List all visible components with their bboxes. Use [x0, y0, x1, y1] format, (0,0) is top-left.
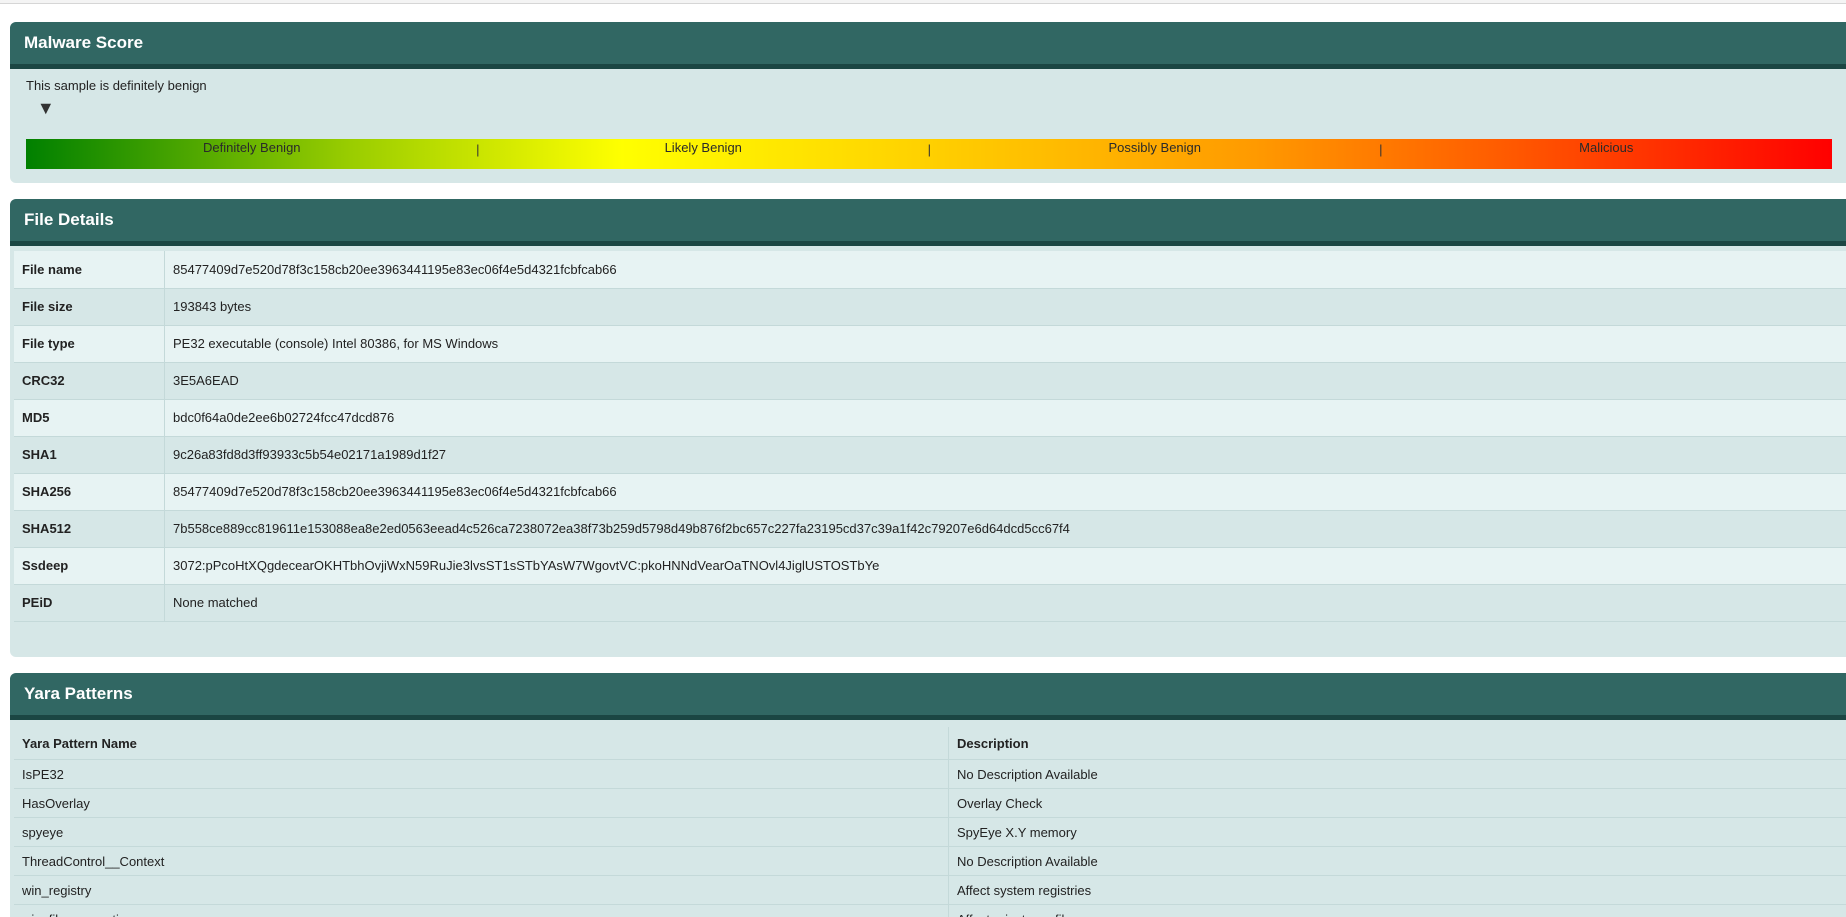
- yara-pattern-name: ThreadControl__Context: [14, 846, 949, 876]
- details-key: SHA512: [14, 510, 165, 548]
- yara-pattern-description: No Description Available: [948, 759, 1846, 789]
- details-row: SHA256 85477409d7e520d78f3c158cb20ee39634…: [14, 473, 1846, 511]
- details-value: 85477409d7e520d78f3c158cb20ee3963441195e…: [164, 473, 1846, 511]
- yara-patterns-header: Yara Patterns: [10, 673, 1846, 720]
- verdict-text: This sample is definitely benign: [26, 78, 207, 93]
- details-row: CRC32 3E5A6EAD: [14, 362, 1846, 400]
- details-key: PEiD: [14, 584, 165, 622]
- details-value: 3E5A6EAD: [164, 362, 1846, 400]
- yara-pattern-name: win_registry: [14, 875, 949, 905]
- yara-pattern-description: SpyEye X.Y memory: [948, 817, 1846, 847]
- yara-description-column-header: Description: [948, 727, 1846, 760]
- details-value: 85477409d7e520d78f3c158cb20ee3963441195e…: [164, 251, 1846, 289]
- yara-patterns-panel: Yara Patterns Yara Pattern Name Descript…: [10, 673, 1846, 917]
- details-key: File name: [14, 251, 165, 289]
- details-row: File type PE32 executable (console) Intel…: [14, 325, 1846, 363]
- score-segment-label: Likely Benign: [664, 140, 742, 155]
- score-segment: Possibly Benign |: [929, 139, 1383, 169]
- file-details-panel: File Details File name 85477409d7e520d78f…: [10, 199, 1846, 657]
- yara-pattern-description: Affect private profile: [948, 904, 1846, 917]
- yara-row: HasOverlay Overlay Check: [14, 788, 1846, 818]
- file-details-table: File name 85477409d7e520d78f3c158cb20ee39…: [14, 251, 1846, 622]
- yara-row: win_registry Affect system registries: [14, 875, 1846, 905]
- details-key: CRC32: [14, 362, 165, 400]
- details-row: MD5 bdc0f64a0de2ee6b02724fcc47dcd876: [14, 399, 1846, 437]
- yara-patterns-table: Yara Pattern Name Description IsPE32 No D…: [14, 727, 1846, 917]
- details-row: SHA1 9c26a83fd8d3ff93933c5b54e02171a1989d…: [14, 436, 1846, 474]
- details-value: None matched: [164, 584, 1846, 622]
- score-segment: Definitely Benign |: [26, 139, 480, 169]
- yara-pattern-description: Affect system registries: [948, 875, 1846, 905]
- details-key: File size: [14, 288, 165, 326]
- details-key: File type: [14, 325, 165, 363]
- score-segment-label: Possibly Benign: [1108, 140, 1202, 155]
- details-row: SHA512 7b558ce889cc819611e153088ea8e2ed05…: [14, 510, 1846, 548]
- details-value: 193843 bytes: [164, 288, 1846, 326]
- details-row: File size 193843 bytes: [14, 288, 1846, 326]
- yara-pattern-name: spyeye: [14, 817, 949, 847]
- malware-score-header: Malware Score: [10, 22, 1846, 69]
- yara-name-column-header: Yara Pattern Name: [14, 727, 949, 760]
- details-key: SHA256: [14, 473, 165, 511]
- file-details-title: File Details: [24, 210, 114, 229]
- yara-patterns-title: Yara Patterns: [24, 684, 133, 703]
- yara-pattern-name: win_files_operation: [14, 904, 949, 917]
- malware-score-panel: Malware Score This sample is definitely …: [10, 22, 1846, 183]
- yara-row: spyeye SpyEye X.Y memory: [14, 817, 1846, 847]
- details-value: bdc0f64a0de2ee6b02724fcc47dcd876: [164, 399, 1846, 437]
- score-segment-label: Definitely Benign: [202, 140, 301, 155]
- yara-header-row: Yara Pattern Name Description: [14, 727, 1846, 760]
- details-value: 7b558ce889cc819611e153088ea8e2ed0563eead…: [164, 510, 1846, 548]
- top-divider: [0, 0, 1846, 4]
- score-segment-label: Malicious: [1579, 140, 1634, 155]
- yara-pattern-description: Overlay Check: [948, 788, 1846, 818]
- details-key: MD5: [14, 399, 165, 437]
- details-row: Ssdeep 3072:pPcoHtXQgdecearOKHTbhOvjiWxN5…: [14, 547, 1846, 585]
- yara-pattern-description: No Description Available: [948, 846, 1846, 876]
- yara-pattern-name: HasOverlay: [14, 788, 949, 818]
- yara-row: ThreadControl__Context No Description Ava…: [14, 846, 1846, 876]
- details-value: PE32 executable (console) Intel 80386, f…: [164, 325, 1846, 363]
- details-value: 9c26a83fd8d3ff93933c5b54e02171a1989d1f27: [164, 436, 1846, 474]
- file-details-header: File Details: [10, 199, 1846, 246]
- details-key: SHA1: [14, 436, 165, 474]
- yara-row: IsPE32 No Description Available: [14, 759, 1846, 789]
- details-row: PEiD None matched: [14, 584, 1846, 622]
- malware-score-title: Malware Score: [24, 33, 144, 52]
- score-segment: Malicious: [1381, 139, 1833, 169]
- score-segment: Likely Benign |: [478, 139, 931, 169]
- details-row: File name 85477409d7e520d78f3c158cb20ee39…: [14, 251, 1846, 289]
- details-value: 3072:pPcoHtXQgdecearOKHTbhOvjiWxN59RuJie…: [164, 547, 1846, 585]
- yara-row: win_files_operationAffect private profil…: [14, 904, 1846, 917]
- details-key: Ssdeep: [14, 547, 165, 585]
- score-marker-icon: ▼: [36, 98, 55, 118]
- score-gradient-bar: Definitely Benign | Likely Benign | Possibly…: [26, 139, 1832, 169]
- yara-pattern-name: IsPE32: [14, 759, 949, 789]
